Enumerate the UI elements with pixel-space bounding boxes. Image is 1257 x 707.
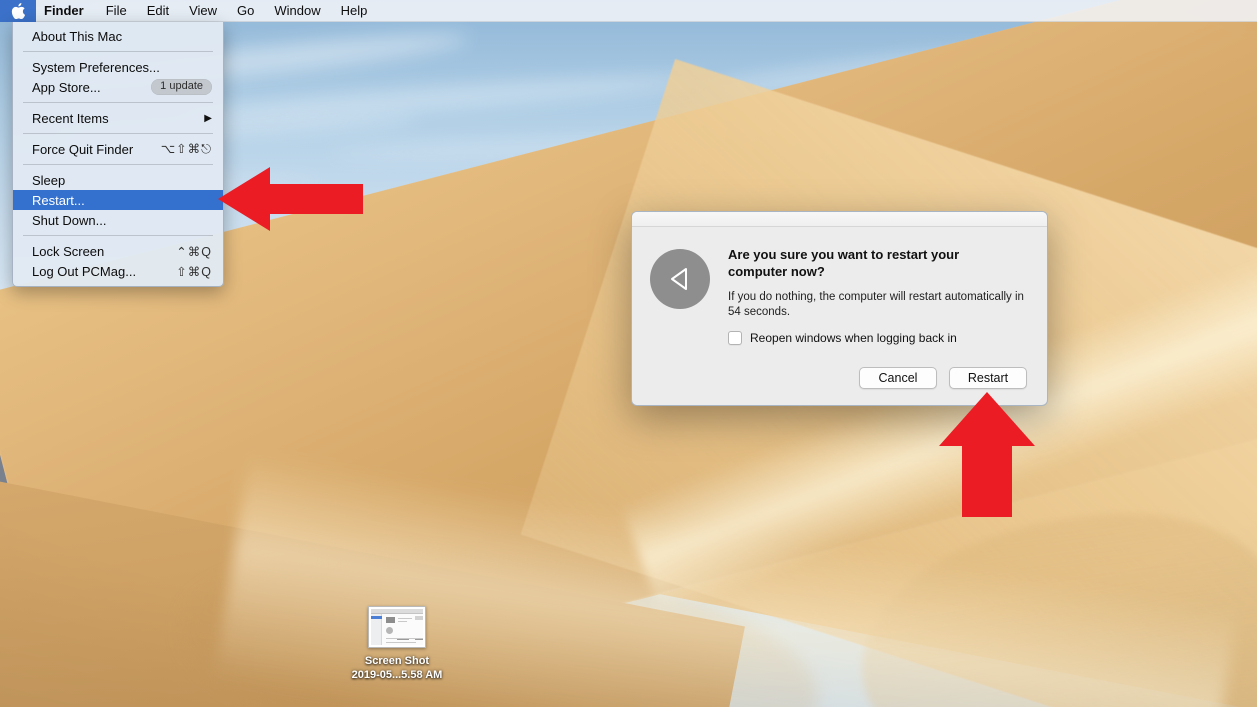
apple-menu-dropdown: About This Mac System Preferences... App… bbox=[12, 22, 224, 287]
restart-button[interactable]: Restart bbox=[949, 367, 1027, 389]
menu-item-shortcut: ⌥⇧⌘⎋ bbox=[160, 142, 212, 156]
desktop-icon-label-line1: Screen Shot bbox=[364, 655, 430, 667]
restart-confirmation-dialog: Are you sure you want to restart your co… bbox=[631, 211, 1048, 406]
menu-separator bbox=[23, 51, 213, 52]
menu-item-recent-items[interactable]: Recent Items ▶ bbox=[13, 108, 223, 128]
menu-item-label: Force Quit Finder bbox=[32, 141, 134, 157]
menu-bar-item-go[interactable]: Go bbox=[227, 0, 264, 22]
menu-item-label: Lock Screen bbox=[32, 243, 105, 259]
menu-item-label: About This Mac bbox=[32, 28, 123, 44]
menu-item-shortcut: ⌃⌘Q bbox=[176, 244, 212, 259]
menu-item-app-store[interactable]: App Store... 1 update bbox=[13, 77, 223, 97]
desktop-file-icon[interactable]: Screen Shot 2019-05...5.58 AM bbox=[341, 606, 453, 682]
dialog-title: Are you sure you want to restart your co… bbox=[728, 247, 960, 279]
menu-item-about-this-mac[interactable]: About This Mac bbox=[13, 26, 223, 46]
cancel-button[interactable]: Cancel bbox=[859, 367, 937, 389]
reopen-windows-checkbox-row[interactable]: Reopen windows when logging back in bbox=[728, 331, 1027, 345]
red-up-arrow-annotation bbox=[939, 392, 1035, 517]
menu-bar-item-edit[interactable]: Edit bbox=[137, 0, 179, 22]
app-store-update-badge: 1 update bbox=[151, 79, 212, 95]
dialog-titlebar[interactable] bbox=[632, 212, 1047, 227]
menu-item-label: Sleep bbox=[32, 172, 66, 188]
menu-bar-item-help[interactable]: Help bbox=[331, 0, 378, 22]
submenu-chevron-right-icon: ▶ bbox=[204, 112, 212, 124]
menu-item-shut-down[interactable]: Shut Down... bbox=[13, 210, 223, 230]
dialog-message: If you do nothing, the computer will res… bbox=[728, 291, 1024, 318]
menu-item-restart[interactable]: Restart... bbox=[13, 190, 223, 210]
apple-logo-icon[interactable] bbox=[0, 0, 36, 22]
menu-bar-item-finder[interactable]: Finder bbox=[36, 0, 96, 22]
menu-separator bbox=[23, 102, 213, 103]
menu-separator bbox=[23, 133, 213, 134]
reopen-windows-checkbox[interactable] bbox=[728, 331, 742, 345]
menu-item-label: Shut Down... bbox=[32, 212, 107, 228]
menu-item-label: Restart... bbox=[32, 192, 85, 208]
menu-item-label: App Store... bbox=[32, 79, 101, 95]
screenshot-thumbnail bbox=[368, 606, 426, 648]
menu-item-label: Recent Items bbox=[32, 110, 109, 126]
menu-bar-item-file[interactable]: File bbox=[96, 0, 137, 22]
menu-item-sleep[interactable]: Sleep bbox=[13, 170, 223, 190]
reopen-windows-label: Reopen windows when logging back in bbox=[750, 331, 957, 345]
menu-item-shortcut: ⇧⌘Q bbox=[176, 264, 212, 279]
menu-item-log-out[interactable]: Log Out PCMag... ⇧⌘Q bbox=[13, 261, 223, 281]
menu-separator bbox=[23, 235, 213, 236]
desktop-icon-label-line2: 2019-05...5.58 AM bbox=[351, 669, 443, 681]
menu-item-label: Log Out PCMag... bbox=[32, 263, 137, 279]
menu-item-lock-screen[interactable]: Lock Screen ⌃⌘Q bbox=[13, 241, 223, 261]
menu-bar: Finder File Edit View Go Window Help bbox=[0, 0, 1257, 22]
menu-item-system-preferences[interactable]: System Preferences... bbox=[13, 57, 223, 77]
red-left-arrow-annotation bbox=[218, 167, 363, 231]
menu-item-label: System Preferences... bbox=[32, 59, 160, 75]
menu-item-force-quit-finder[interactable]: Force Quit Finder ⌥⇧⌘⎋ bbox=[13, 139, 223, 159]
menu-separator bbox=[23, 164, 213, 165]
menu-bar-item-window[interactable]: Window bbox=[264, 0, 330, 22]
menu-bar-item-view[interactable]: View bbox=[179, 0, 227, 22]
restart-circle-icon bbox=[650, 249, 710, 309]
